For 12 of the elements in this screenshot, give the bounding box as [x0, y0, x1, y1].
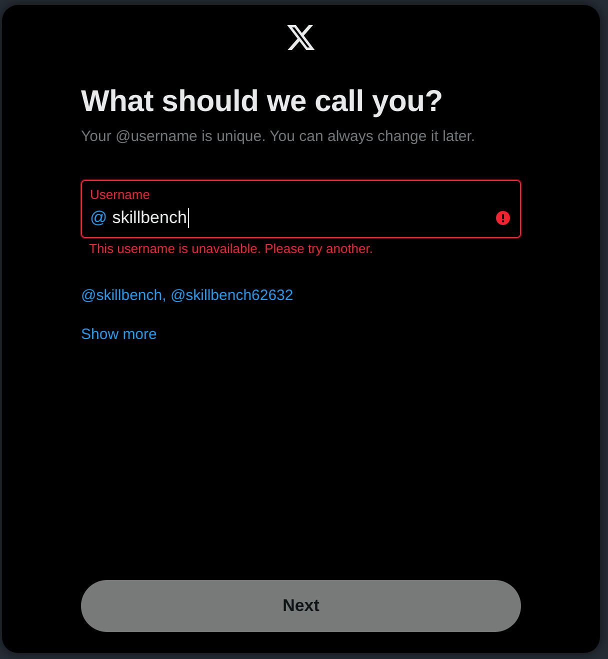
error-message: This username is unavailable. Please try another.	[89, 241, 373, 257]
dialog-subtitle: Your @username is unique. You can always change it later.	[81, 127, 476, 147]
username-suggestion-link[interactable]: @skillbench	[81, 286, 162, 306]
username-field[interactable]: Username @ skillbench	[81, 180, 521, 238]
field-label: Username	[90, 187, 150, 203]
dialog-title: What should we call you?	[81, 84, 443, 120]
show-more-link[interactable]: Show more	[81, 325, 157, 345]
separator-text: ,	[162, 286, 168, 306]
username-suggestion-link[interactable]: @skillbench62632	[170, 286, 294, 306]
field-value: skillbench	[112, 207, 187, 229]
at-prefix: @	[90, 207, 108, 229]
x-logo-icon	[286, 25, 316, 50]
